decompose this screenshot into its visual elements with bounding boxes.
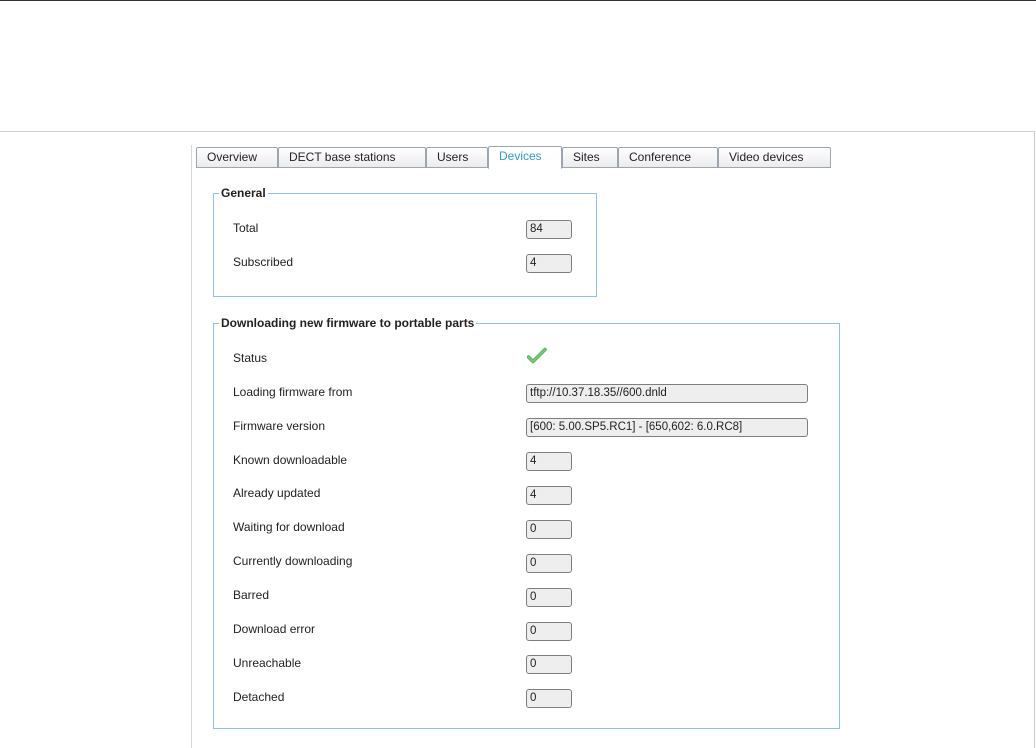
unreachable-label: Unreachable bbox=[233, 656, 302, 670]
total-field: 84 bbox=[526, 220, 572, 239]
tab-video-devices[interactable]: Video devices bbox=[718, 147, 831, 168]
general-group: General Total 84 Subscribed 4 bbox=[213, 186, 597, 297]
unreachable-field: 0 bbox=[526, 655, 572, 674]
general-legend: General bbox=[219, 186, 268, 200]
tab-sites[interactable]: Sites bbox=[562, 147, 618, 168]
download-error-field: 0 bbox=[526, 622, 572, 641]
tab-bar: Overview DECT base stations Users Device… bbox=[196, 146, 836, 169]
subscribed-label: Subscribed bbox=[233, 255, 294, 269]
download-error-label: Download error bbox=[233, 622, 316, 636]
detached-label: Detached bbox=[233, 690, 285, 704]
tab-dect-base-stations[interactable]: DECT base stations bbox=[278, 147, 426, 168]
already-updated-field: 4 bbox=[526, 486, 572, 505]
tab-conference[interactable]: Conference bbox=[618, 147, 718, 168]
top-divider bbox=[0, 0, 1036, 1]
already-updated-label: Already updated bbox=[233, 486, 321, 500]
subscribed-field: 4 bbox=[526, 254, 572, 273]
firmware-legend: Downloading new firmware to portable par… bbox=[219, 316, 477, 330]
waiting-for-download-field: 0 bbox=[526, 520, 572, 539]
currently-downloading-label: Currently downloading bbox=[233, 554, 353, 568]
detached-field: 0 bbox=[526, 689, 572, 708]
barred-label: Barred bbox=[233, 588, 270, 602]
firmware-group: Downloading new firmware to portable par… bbox=[213, 316, 840, 729]
tab-devices[interactable]: Devices bbox=[488, 146, 562, 169]
firmware-version-field: [600: 5.00.SP5.RC1] - [650,602: 6.0.RC8] bbox=[526, 418, 808, 437]
waiting-for-download-label: Waiting for download bbox=[233, 520, 345, 534]
firmware-version-label: Firmware version bbox=[233, 419, 326, 433]
tab-overview[interactable]: Overview bbox=[196, 147, 278, 168]
barred-field: 0 bbox=[526, 588, 572, 607]
loading-from-field: tftp://10.37.18.35//600.dnld bbox=[526, 384, 808, 403]
currently-downloading-field: 0 bbox=[526, 554, 572, 573]
loading-from-label: Loading firmware from bbox=[233, 385, 353, 399]
tab-users[interactable]: Users bbox=[426, 147, 488, 168]
left-divider bbox=[191, 145, 192, 748]
check-icon bbox=[527, 347, 547, 364]
total-label: Total bbox=[233, 221, 259, 235]
known-downloadable-label: Known downloadable bbox=[233, 453, 348, 467]
status-label: Status bbox=[233, 351, 268, 365]
known-downloadable-field: 4 bbox=[526, 452, 572, 471]
